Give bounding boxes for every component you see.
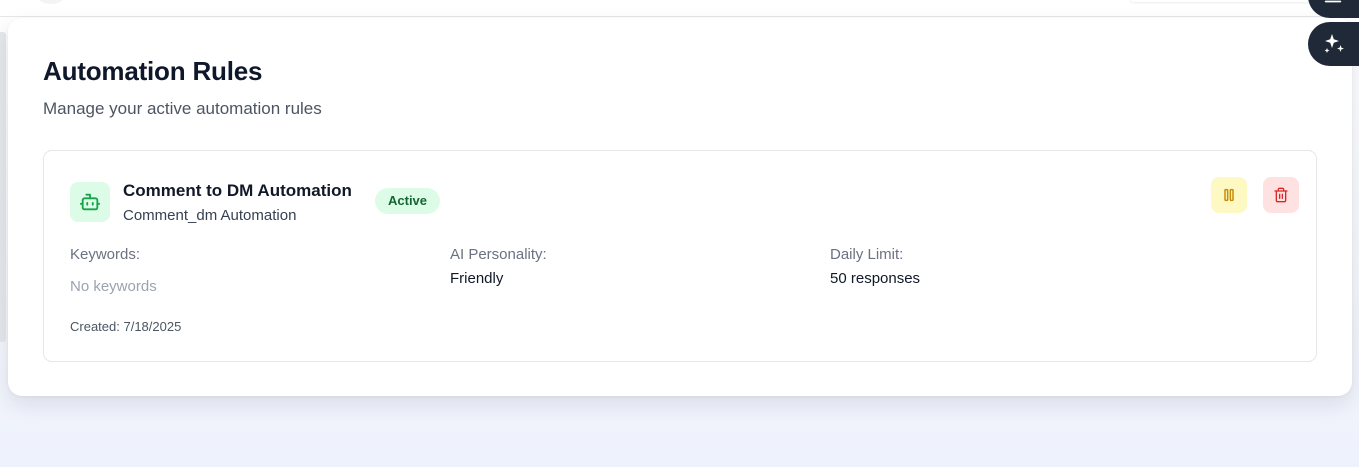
daily-limit-value: 50 responses (830, 270, 921, 287)
automation-rules-panel: Automation Rules Manage your active auto… (8, 18, 1352, 396)
trash-icon (1274, 187, 1288, 203)
sidebar-scrollbar[interactable] (0, 32, 6, 342)
sparkles-icon (1324, 34, 1344, 53)
top-bar (0, 0, 1359, 17)
rule-name: Comment to DM Automation (123, 181, 352, 200)
status-badge: Active (375, 188, 441, 214)
created-date: Created: 7/18/2025 (70, 319, 182, 334)
pause-icon (1224, 188, 1234, 202)
top-bar-avatar[interactable] (38, 0, 64, 4)
personality-label: AI Personality: (450, 246, 547, 263)
keywords-label: Keywords: (70, 246, 141, 263)
bot-icon (70, 182, 110, 222)
pause-button[interactable] (1211, 177, 1247, 213)
personality-value: Friendly (450, 270, 504, 287)
menu-icon (1324, 0, 1342, 3)
ai-assistant-button[interactable] (1308, 22, 1359, 66)
page-title: Automation Rules (43, 56, 263, 86)
keywords-value: No keywords (70, 278, 157, 295)
delete-button[interactable] (1263, 177, 1299, 213)
page-subtitle: Manage your active automation rules (43, 99, 322, 118)
rule-card: Comment to DM Automation Comment_dm Auto… (43, 150, 1317, 362)
rule-type: Comment_dm Automation (123, 207, 297, 224)
daily-limit-label: Daily Limit: (830, 246, 904, 263)
top-bar-search[interactable] (1130, 0, 1320, 2)
